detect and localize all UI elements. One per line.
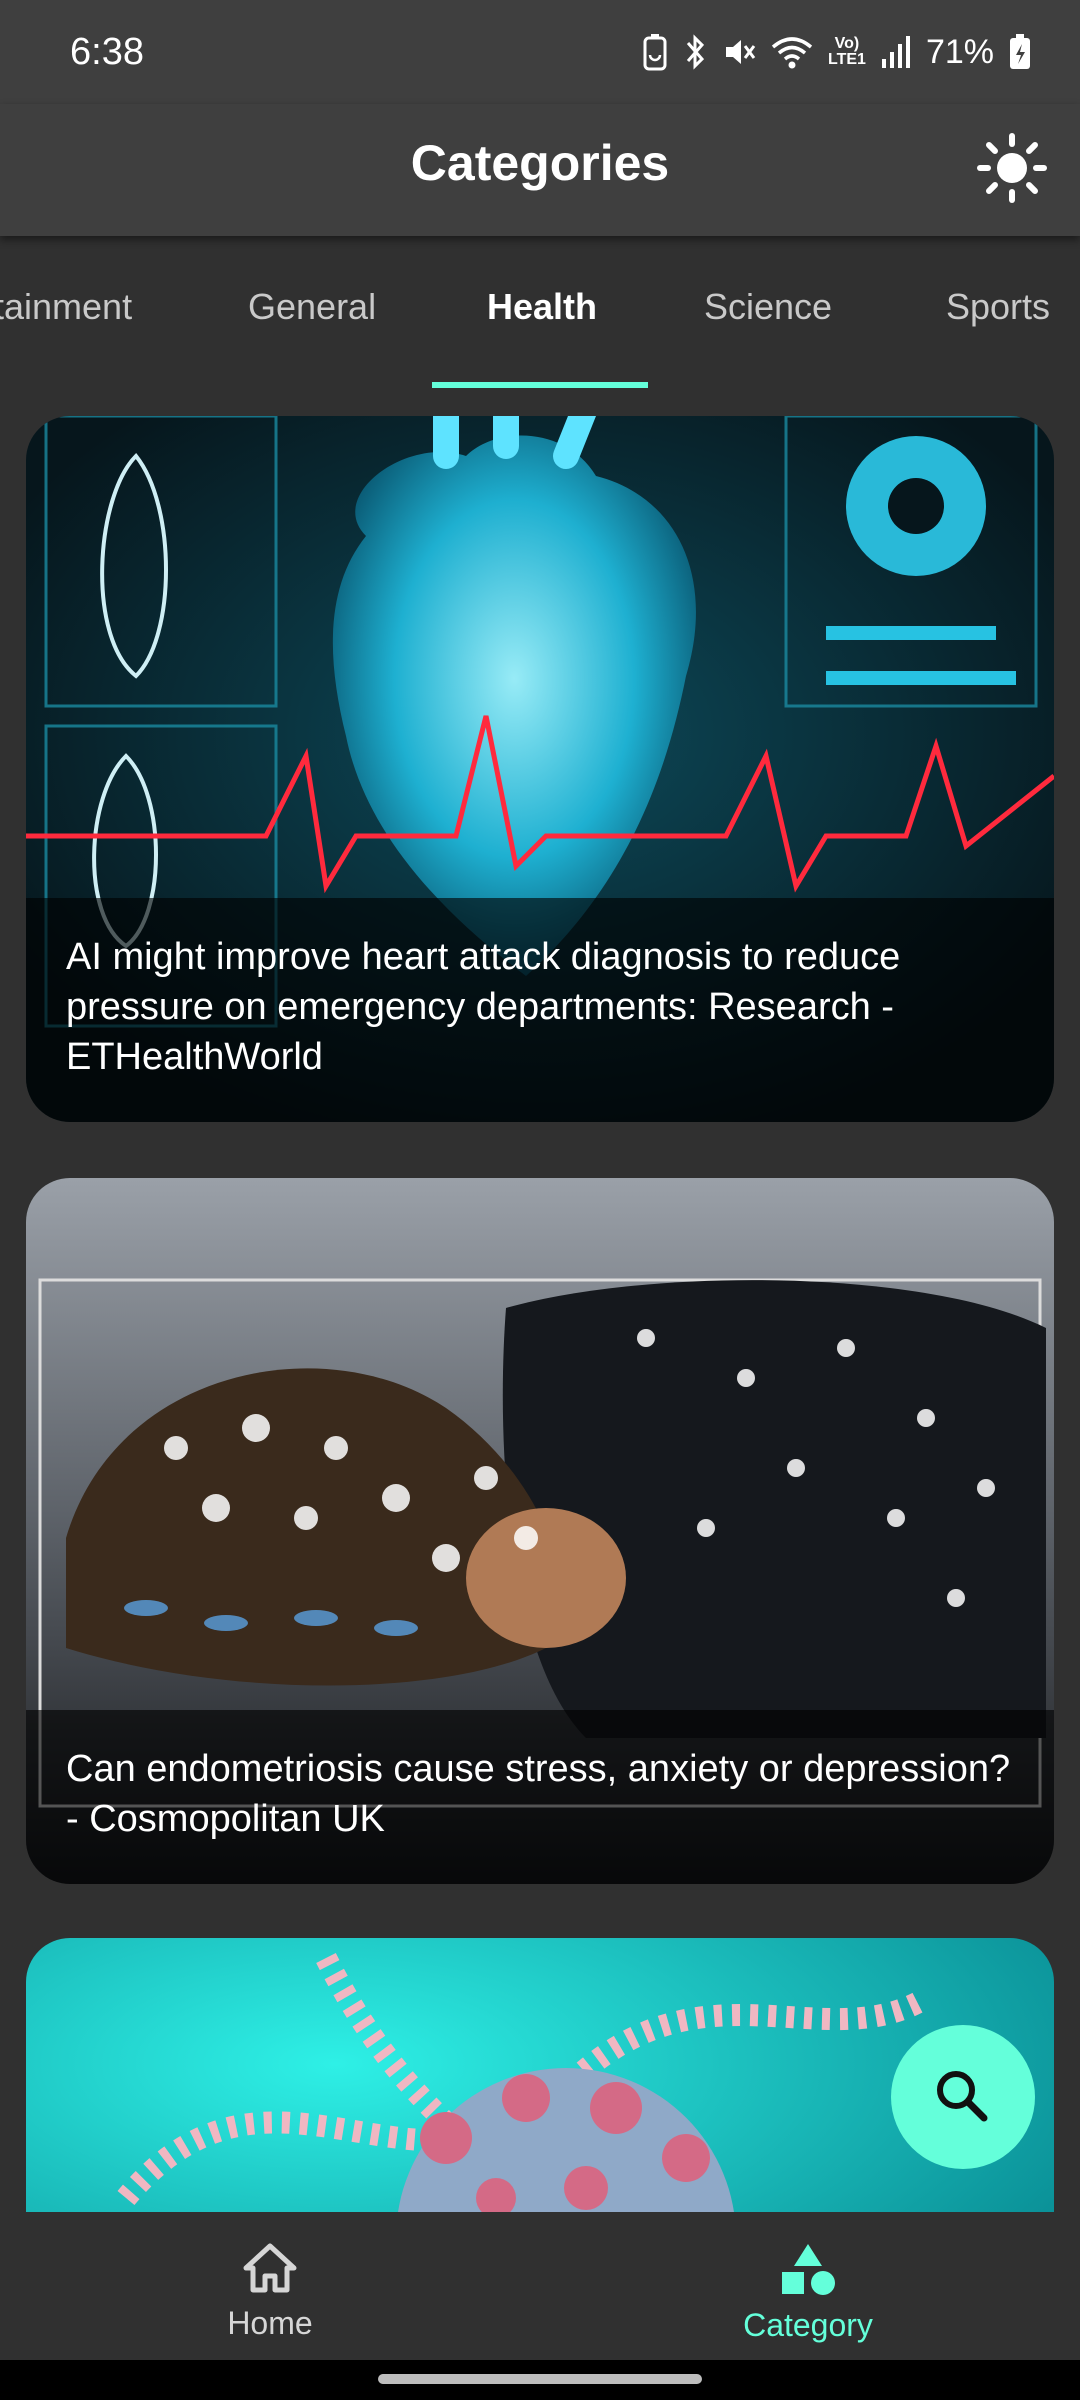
nav-category[interactable]: Category [698, 2242, 918, 2344]
article-title: AI might improve heart attack diagnosis … [26, 898, 1054, 1122]
bottom-navigation: Home Category [0, 2212, 1080, 2360]
theme-toggle-button[interactable] [972, 128, 1052, 208]
mute-icon [722, 33, 756, 71]
nav-home[interactable]: Home [160, 2242, 380, 2342]
gesture-bar [0, 2360, 1080, 2400]
status-time: 6:38 [70, 30, 144, 73]
home-icon [243, 2243, 297, 2293]
article-title: Can endometriosis cause stress, anxiety … [26, 1710, 1054, 1884]
app-bar: Categories [0, 104, 1080, 236]
status-icons: Vo) LTE1 71% [642, 33, 1032, 72]
sun-icon [977, 133, 1047, 203]
volte-indicator: Vo) LTE1 [828, 36, 866, 68]
battery-saver-icon [642, 33, 668, 71]
tab-indicator [432, 382, 648, 388]
wifi-icon [770, 33, 814, 71]
signal-icon [880, 35, 912, 69]
tab-science[interactable]: Science [704, 286, 832, 328]
article-card[interactable]: AI might improve heart attack diagnosis … [26, 416, 1054, 1122]
article-card[interactable]: Can endometriosis cause stress, anxiety … [26, 1178, 1054, 1884]
tab-sports[interactable]: Sports [946, 286, 1050, 328]
nav-category-label: Category [743, 2307, 873, 2343]
page-title: Categories [410, 135, 670, 191]
bluetooth-icon [682, 33, 708, 71]
search-icon [891, 2025, 1035, 2169]
shapes-icon [782, 2244, 835, 2295]
nav-home-label: Home [227, 2305, 313, 2341]
battery-icon [1008, 33, 1032, 71]
home-indicator[interactable] [378, 2374, 702, 2384]
battery-percent: 71% [925, 32, 994, 71]
search-button[interactable] [890, 2024, 1080, 2214]
tab-general[interactable]: General [248, 286, 376, 328]
lte-label: LTE1 [828, 51, 866, 68]
tab-health[interactable]: Health [487, 286, 597, 328]
volte-label: Vo) [834, 35, 860, 52]
status-bar: 6:38 Vo) LTE1 71% [0, 0, 1080, 104]
screen: 6:38 Vo) LTE1 71% Categories tainment Ge… [0, 0, 1080, 2400]
category-tabs: tainment General Health Science Sports [0, 236, 1080, 392]
tab-entertainment[interactable]: tainment [0, 286, 132, 328]
